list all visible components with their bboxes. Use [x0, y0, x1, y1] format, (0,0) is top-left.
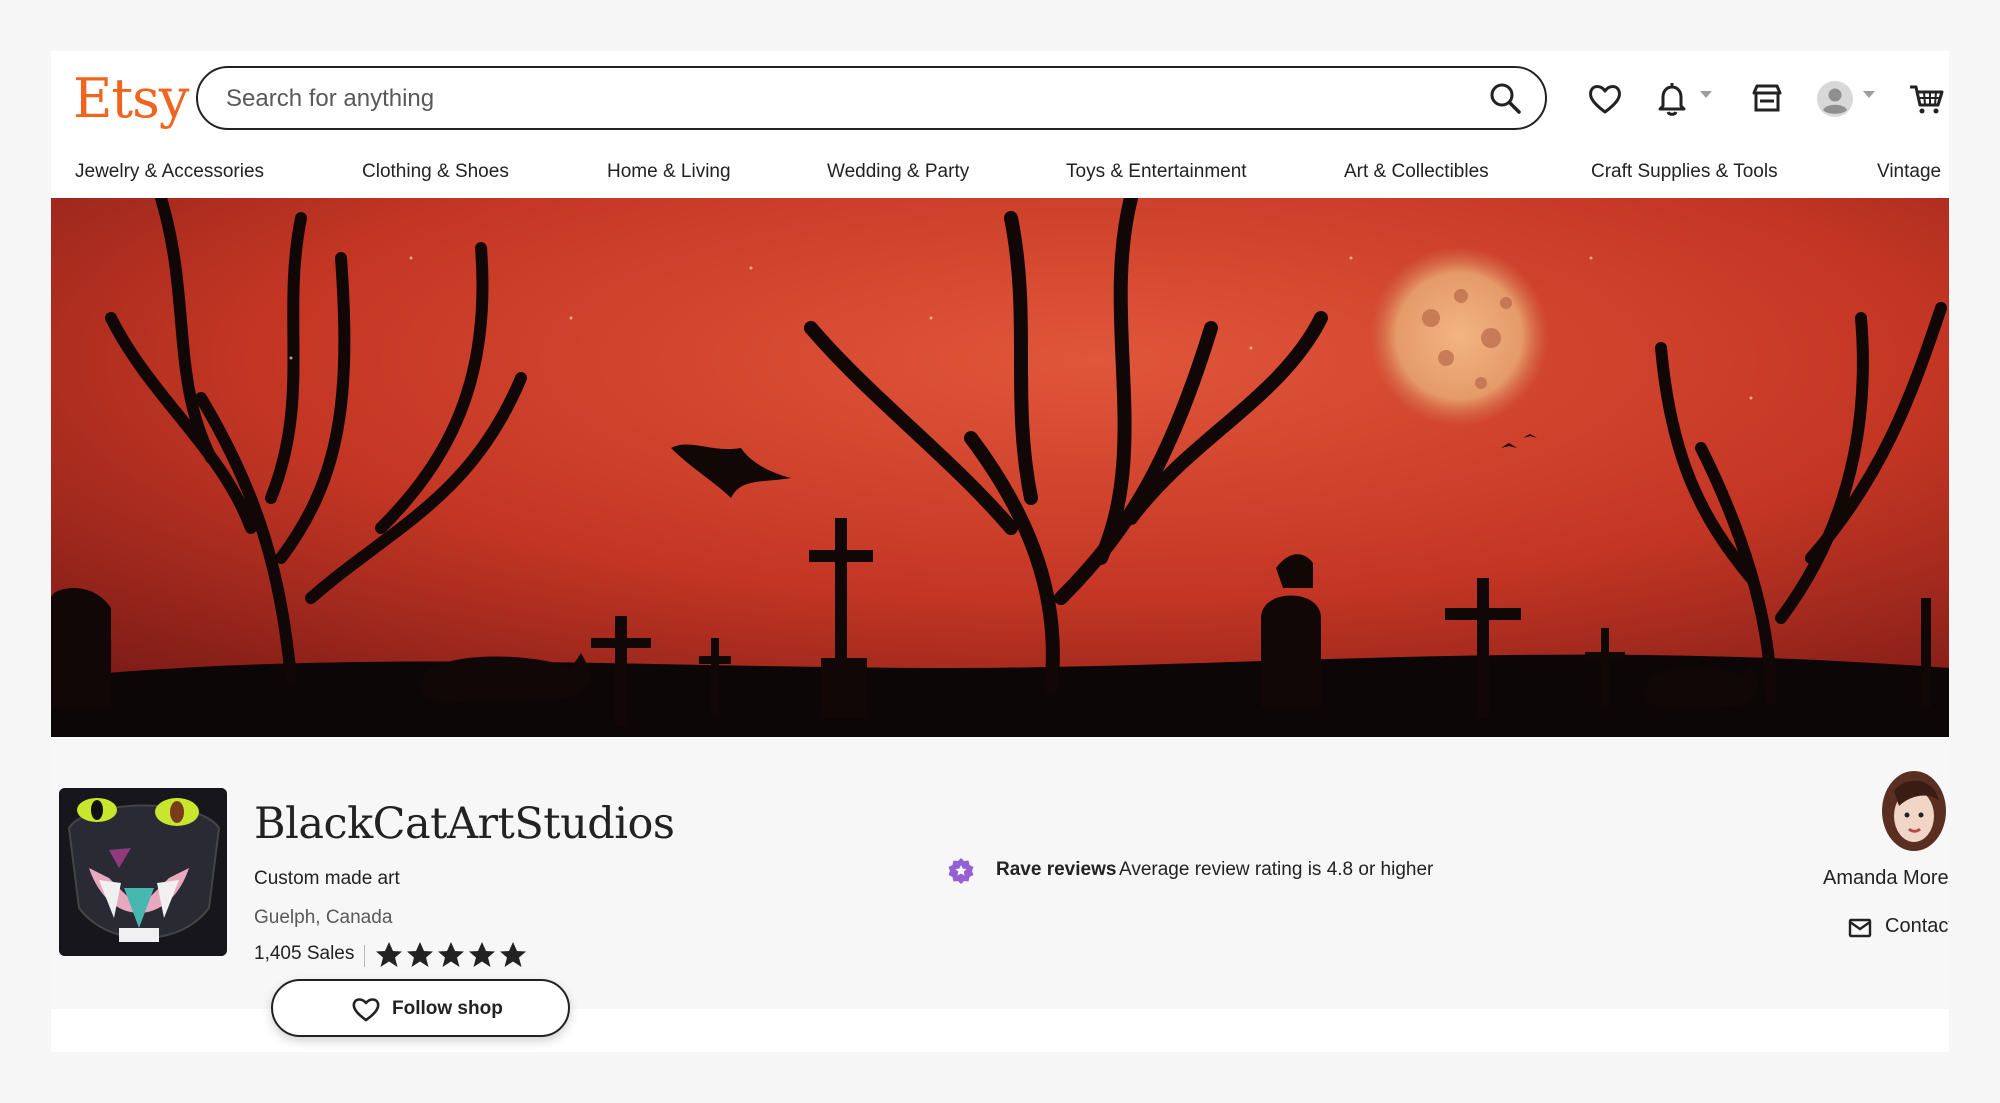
category-link[interactable]: Vintage: [1877, 161, 1941, 183]
search-input[interactable]: [224, 78, 1448, 120]
category-link[interactable]: Craft Supplies & Tools: [1591, 161, 1778, 183]
rave-reviews-badge-icon: [948, 858, 974, 884]
search-bar: [196, 66, 1547, 130]
rave-reviews-title: Rave reviews: [996, 859, 1117, 880]
divider: [364, 945, 365, 967]
cart-icon[interactable]: [1907, 79, 1947, 119]
rating-stars[interactable]: [374, 940, 526, 970]
category-link[interactable]: Toys & Entertainment: [1066, 161, 1247, 183]
star-icon: [438, 942, 464, 967]
category-link[interactable]: Home & Living: [607, 161, 731, 183]
search-icon[interactable]: [1487, 80, 1525, 118]
shop-tagline: Custom made art: [254, 868, 400, 889]
shop-location: Guelph, Canada: [254, 907, 393, 928]
etsy-logo[interactable]: Etsy: [73, 64, 189, 134]
shop-info-section: BlackCatArtStudios Custom made art Guelp…: [51, 737, 1949, 1037]
follow-shop-label: Follow shop: [392, 998, 503, 1019]
category-link[interactable]: Clothing & Shoes: [362, 161, 509, 183]
shop-name: BlackCatArtStudios: [254, 799, 675, 849]
star-icon: [407, 942, 433, 967]
contact-link[interactable]: Contact: [1885, 915, 1949, 938]
heart-icon: [352, 998, 380, 1022]
favorites-heart-icon[interactable]: [1585, 79, 1625, 119]
bell-icon[interactable]: [1652, 79, 1692, 119]
shop-manager-icon[interactable]: [1747, 79, 1787, 119]
shop-avatar-image[interactable]: [59, 788, 227, 956]
category-link[interactable]: Jewelry & Accessories: [75, 161, 264, 183]
star-icon: [376, 942, 402, 967]
category-nav: Jewelry & Accessories Clothing & Shoes H…: [51, 155, 1949, 195]
follow-shop-button[interactable]: Follow shop: [271, 979, 570, 1037]
account-avatar-icon[interactable]: [1815, 79, 1855, 119]
star-icon: [500, 942, 526, 967]
mail-icon[interactable]: [1848, 917, 1872, 939]
rave-reviews-text: Average review rating is 4.8 or higher: [1119, 859, 1434, 880]
category-link[interactable]: Wedding & Party: [827, 161, 969, 183]
star-icon: [469, 942, 495, 967]
shop-owner-avatar[interactable]: [1859, 771, 1949, 857]
shop-banner-image: [51, 198, 1949, 737]
sales-count[interactable]: 1,405 Sales: [254, 943, 354, 965]
etsy-shop-page: Etsy Jewelry & Accesso: [51, 51, 1949, 1052]
notifications-caret-icon[interactable]: [1700, 91, 1712, 98]
shop-owner-name[interactable]: Amanda Moreau: [1823, 867, 1949, 890]
category-link[interactable]: Art & Collectibles: [1344, 161, 1489, 183]
account-caret-icon[interactable]: [1863, 91, 1875, 98]
